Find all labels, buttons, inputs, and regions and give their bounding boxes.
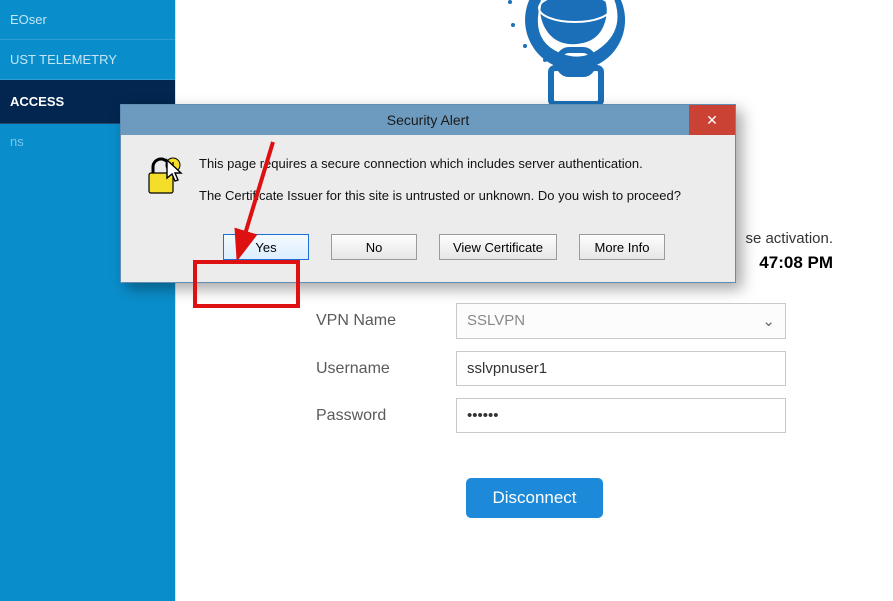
view-certificate-button[interactable]: View Certificate bbox=[439, 234, 557, 260]
username-label: Username bbox=[316, 360, 456, 378]
svg-text:!: ! bbox=[171, 161, 174, 172]
disconnect-button[interactable]: Disconnect bbox=[466, 478, 602, 518]
close-button[interactable]: ✕ bbox=[689, 105, 735, 135]
vpn-name-label: VPN Name bbox=[316, 312, 456, 330]
username-input[interactable] bbox=[456, 351, 786, 386]
dialog-message-line2: The Certificate Issuer for this site is … bbox=[199, 187, 681, 205]
globe-graphic bbox=[405, 0, 665, 120]
chevron-down-icon: ⌄ bbox=[762, 312, 775, 330]
yes-button[interactable]: Yes bbox=[223, 234, 309, 260]
dialog-message-line1: This page requires a secure connection w… bbox=[199, 155, 681, 173]
vpn-form: VPN Name SSLVPN ⌄ Username Password bbox=[316, 303, 873, 433]
sidebar: EOser UST TELEMETRY ACCESS ns bbox=[0, 0, 175, 601]
security-alert-dialog: Security Alert ✕ ! This page requires a … bbox=[120, 104, 736, 283]
password-label: Password bbox=[316, 407, 456, 425]
dialog-titlebar[interactable]: Security Alert ✕ bbox=[121, 105, 735, 135]
password-input[interactable] bbox=[456, 398, 786, 433]
vpn-name-select[interactable]: SSLVPN ⌄ bbox=[456, 303, 786, 339]
lock-warning-icon: ! bbox=[143, 155, 183, 197]
sidebar-item-eouser[interactable]: EOser bbox=[0, 0, 175, 40]
sidebar-item-telemetry[interactable]: UST TELEMETRY bbox=[0, 40, 175, 80]
dialog-title: Security Alert bbox=[387, 112, 469, 128]
dialog-message: This page requires a secure connection w… bbox=[199, 155, 681, 218]
close-icon: ✕ bbox=[706, 112, 718, 129]
main-panel: se activation. 47:08 PM VPN Name SSLVPN … bbox=[175, 0, 893, 601]
more-info-button[interactable]: More Info bbox=[579, 234, 665, 260]
vpn-name-value: SSLVPN bbox=[467, 312, 525, 329]
no-button[interactable]: No bbox=[331, 234, 417, 260]
